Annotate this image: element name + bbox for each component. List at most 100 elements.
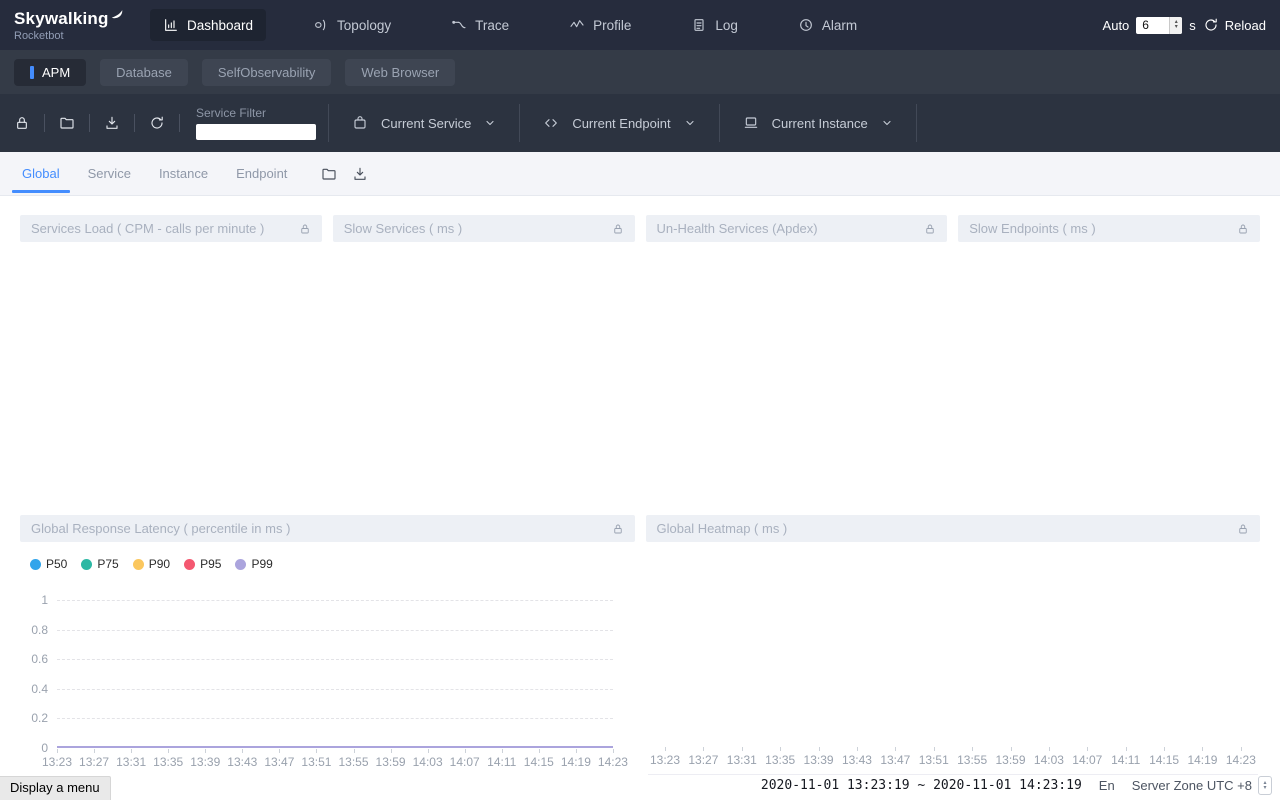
legend-swatch	[81, 559, 92, 570]
x-axis-label: 14:03	[1032, 753, 1066, 767]
y-gridline	[57, 630, 613, 631]
panel-title: Slow Services ( ms )	[344, 221, 462, 236]
dashboard-group-tabs: APM Database SelfObservability Web Brows…	[0, 50, 1280, 94]
x-axis-label: 14:19	[1185, 753, 1219, 767]
page-tab-label: Database	[116, 65, 172, 80]
auto-interval-input[interactable]: 6 ▴▾	[1136, 17, 1182, 34]
current-endpoint-selector[interactable]: Current Endpoint	[520, 94, 718, 152]
y-axis-label: 1	[41, 593, 48, 607]
auto-interval-stepper[interactable]: ▴▾	[1169, 17, 1182, 34]
y-axis-label: 0	[41, 741, 48, 755]
toolbar-divider	[44, 114, 45, 132]
lock-icon[interactable]	[612, 223, 624, 235]
chevron-down-icon	[484, 117, 496, 129]
legend-item-p99[interactable]: P99	[235, 557, 272, 571]
y-axis-label: 0.2	[31, 711, 48, 725]
view-tab-label: Global	[22, 166, 60, 181]
auto-interval-value: 6	[1142, 18, 1149, 32]
refresh-button[interactable]	[141, 115, 173, 131]
legend-item-p95[interactable]: P95	[184, 557, 221, 571]
lock-button[interactable]	[6, 115, 38, 131]
toolbar-section-divider	[916, 104, 917, 142]
page-tab-label: Web Browser	[361, 65, 439, 80]
folder-icon	[321, 166, 337, 182]
auto-label: Auto	[1103, 18, 1130, 33]
x-axis-label: 13:43	[225, 755, 259, 769]
page-tab-web-browser[interactable]: Web Browser	[345, 59, 455, 86]
import-button[interactable]	[96, 115, 128, 131]
refresh-icon	[149, 115, 165, 131]
legend-swatch	[133, 559, 144, 570]
reload-button[interactable]: Reload	[1203, 17, 1266, 33]
nav-item-topology[interactable]: Topology	[300, 9, 404, 41]
lock-icon[interactable]	[1237, 523, 1249, 535]
server-zone-control: Server Zone UTC +8 ▴▾	[1132, 776, 1272, 795]
x-axis-label: 13:23	[40, 755, 74, 769]
view-tab-label: Service	[88, 166, 131, 181]
tab-instance[interactable]: Instance	[157, 152, 210, 195]
brand-logo[interactable]: Skywalking Rocketbot	[14, 9, 142, 42]
import-icon	[104, 115, 120, 131]
x-axis-label: 13:55	[955, 753, 989, 767]
nav-item-label: Trace	[475, 18, 509, 33]
chevron-down-icon	[684, 117, 696, 129]
current-instance-selector[interactable]: Current Instance	[720, 94, 916, 152]
lock-icon[interactable]	[1237, 223, 1249, 235]
page-tab-selfobservability[interactable]: SelfObservability	[202, 59, 332, 86]
folder-button[interactable]	[51, 115, 83, 131]
latency-x-axis: 13:2313:2713:3113:3513:3913:4313:4713:51…	[40, 755, 630, 769]
nav-item-alarm[interactable]: Alarm	[785, 9, 870, 41]
auto-reload-controls: Auto 6 ▴▾ s Reload	[1103, 17, 1266, 34]
lock-icon[interactable]	[612, 523, 624, 535]
x-axis-label: 13:47	[262, 755, 296, 769]
nav-item-trace[interactable]: Trace	[438, 9, 522, 41]
x-axis-label: 14:07	[448, 755, 482, 769]
import-icon	[352, 166, 368, 182]
page-tab-apm[interactable]: APM	[14, 59, 86, 86]
lock-icon[interactable]	[924, 223, 936, 235]
server-zone-stepper[interactable]: ▴▾	[1258, 776, 1272, 795]
y-axis-label: 0.8	[31, 623, 48, 637]
legend-swatch	[30, 559, 41, 570]
panel-services-load: Services Load ( CPM - calls per minute )	[20, 215, 322, 242]
panel-title: Global Heatmap ( ms )	[657, 521, 788, 536]
import-button-tabs[interactable]	[352, 166, 368, 182]
service-filter-label: Service Filter	[196, 106, 316, 120]
folder-button-tabs[interactable]	[321, 166, 337, 182]
language-toggle[interactable]: En	[1099, 778, 1115, 793]
x-axis-label: 14:15	[522, 755, 556, 769]
panel-row-1: Services Load ( CPM - calls per minute )…	[20, 215, 1260, 242]
panel-title: Services Load ( CPM - calls per minute )	[31, 221, 264, 236]
x-axis-label: 13:31	[114, 755, 148, 769]
nav-item-log[interactable]: Log	[678, 9, 751, 41]
view-tabs: Global Service Instance Endpoint	[0, 152, 1280, 196]
nav-item-profile[interactable]: Profile	[556, 9, 644, 41]
y-gridline	[57, 659, 613, 660]
page-tab-database[interactable]: Database	[100, 59, 188, 86]
log-icon	[691, 17, 707, 33]
x-axis-label: 14:11	[1109, 753, 1143, 767]
x-axis-label: 13:31	[725, 753, 759, 767]
page-tab-label: APM	[42, 65, 70, 80]
panel-title: Slow Endpoints ( ms )	[969, 221, 1095, 236]
tab-service[interactable]: Service	[86, 152, 133, 195]
dashboard-icon	[163, 17, 179, 33]
tab-endpoint[interactable]: Endpoint	[234, 152, 289, 195]
time-range-picker[interactable]: 2020-11-01 13:23:19 ~ 2020-11-01 14:23:1…	[761, 778, 1082, 793]
current-service-selector[interactable]: Current Service	[329, 94, 519, 152]
tab-global[interactable]: Global	[20, 152, 62, 195]
folder-icon	[59, 115, 75, 131]
latency-legend: P50 P75 P90 P95 P99	[30, 555, 636, 573]
legend-item-p90[interactable]: P90	[133, 557, 170, 571]
x-axis-label: 13:39	[802, 753, 836, 767]
service-filter-input[interactable]	[196, 124, 316, 140]
x-axis-label: 14:11	[485, 755, 519, 769]
view-tab-label: Instance	[159, 166, 208, 181]
lock-icon[interactable]	[299, 223, 311, 235]
dashboard-content: Services Load ( CPM - calls per minute )…	[0, 196, 1280, 800]
y-gridline	[57, 689, 613, 690]
legend-item-p75[interactable]: P75	[81, 557, 118, 571]
x-axis-label: 13:59	[374, 755, 408, 769]
nav-item-dashboard[interactable]: Dashboard	[150, 9, 266, 41]
legend-item-p50[interactable]: P50	[30, 557, 67, 571]
